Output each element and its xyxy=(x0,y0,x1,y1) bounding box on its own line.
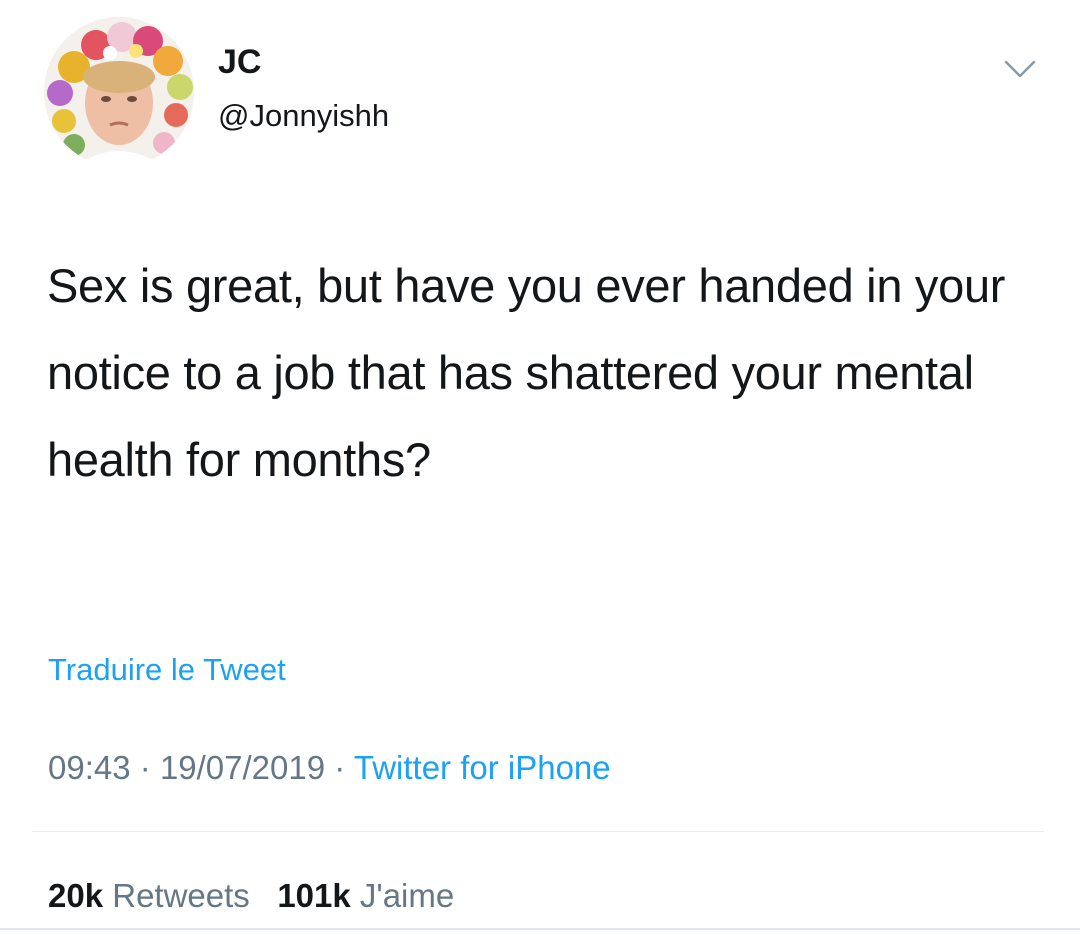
likes-stat[interactable]: 101k J'aime xyxy=(277,877,454,914)
tweet-stats: 20k Retweets 101k J'aime xyxy=(48,876,454,916)
tweet-source-link[interactable]: Twitter for iPhone xyxy=(354,749,611,786)
chevron-down-icon[interactable] xyxy=(1003,58,1037,80)
tweet-metadata: 09:43 · 19/07/2019 · Twitter for iPhone xyxy=(48,748,611,788)
tweet-text: Sex is great, but have you ever handed i… xyxy=(47,259,1006,486)
divider xyxy=(0,928,1080,930)
translate-tweet-link[interactable]: Traduire le Tweet xyxy=(48,650,286,690)
avatar[interactable] xyxy=(44,17,194,167)
likes-count: 101k xyxy=(277,877,351,914)
tweet-date[interactable]: 19/07/2019 xyxy=(160,749,325,786)
avatar-image xyxy=(44,17,194,167)
display-name[interactable]: JC xyxy=(218,42,261,82)
retweets-count: 20k xyxy=(48,877,104,914)
retweets-stat[interactable]: 20k Retweets xyxy=(48,877,250,914)
separator: · xyxy=(139,749,151,786)
likes-label: J'aime xyxy=(359,877,455,914)
separator: · xyxy=(334,749,346,786)
divider xyxy=(32,831,1044,832)
tweet-card: JC @Jonnyishh Sex is great, but have you… xyxy=(0,0,1080,935)
retweets-label: Retweets xyxy=(112,877,250,914)
user-handle[interactable]: @Jonnyishh xyxy=(218,96,389,136)
tweet-time[interactable]: 09:43 xyxy=(48,749,131,786)
